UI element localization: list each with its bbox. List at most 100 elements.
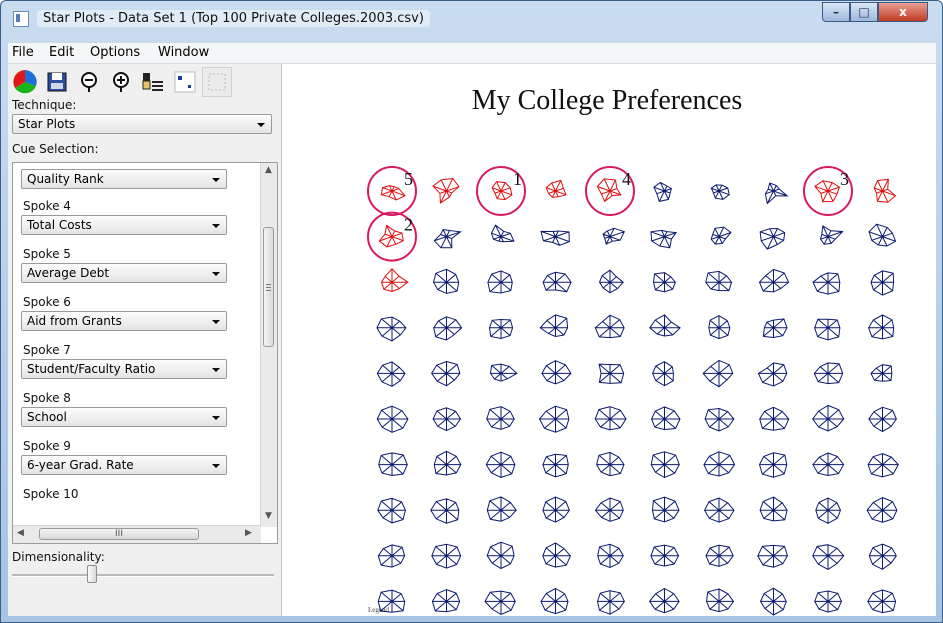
star-glyph[interactable] <box>376 361 406 387</box>
star-glyph[interactable] <box>710 184 730 200</box>
star-glyph[interactable] <box>759 227 786 250</box>
star-glyph[interactable] <box>866 497 898 523</box>
star-glyph[interactable] <box>378 452 408 477</box>
star-glyph[interactable] <box>764 182 789 205</box>
star-glyph[interactable] <box>705 544 734 567</box>
minimize-button[interactable]: – <box>822 2 850 22</box>
star-glyph[interactable] <box>488 318 514 340</box>
star-glyph[interactable] <box>814 318 841 341</box>
star-glyph[interactable] <box>598 363 625 384</box>
star-glyph[interactable] <box>867 453 899 478</box>
star-glyph[interactable] <box>602 227 626 245</box>
star-glyph[interactable] <box>812 272 841 295</box>
close-button[interactable]: x <box>878 2 928 22</box>
star-glyph[interactable] <box>596 451 625 477</box>
star-glyph[interactable] <box>652 272 676 293</box>
star-glyph[interactable] <box>757 362 788 387</box>
menu-options[interactable]: Options <box>90 45 140 60</box>
star-glyph[interactable] <box>812 452 845 477</box>
star-glyph[interactable] <box>432 268 460 294</box>
star-glyph[interactable] <box>649 314 681 337</box>
star-glyph[interactable] <box>490 224 515 243</box>
star-glyph[interactable] <box>594 406 627 431</box>
star-glyph[interactable] <box>597 543 624 569</box>
star-glyph[interactable] <box>757 544 789 568</box>
star-glyph[interactable] <box>376 316 407 342</box>
star-glyph[interactable] <box>380 185 406 201</box>
star-glyph[interactable] <box>653 181 672 202</box>
cue-select-quality-rank[interactable]: Quality Rank <box>21 169 227 189</box>
star-glyph[interactable] <box>542 453 569 478</box>
star-glyph[interactable] <box>812 404 845 432</box>
grid-button[interactable] <box>202 67 232 97</box>
technique-select[interactable]: Star Plots <box>12 114 272 134</box>
star-glyph[interactable] <box>431 543 462 569</box>
star-glyph[interactable] <box>651 496 680 523</box>
save-button[interactable] <box>42 67 72 97</box>
star-glyph[interactable] <box>598 269 624 294</box>
star-glyph[interactable] <box>868 406 897 433</box>
star-glyph[interactable] <box>703 451 736 477</box>
star-glyph[interactable] <box>758 268 790 293</box>
star-glyph[interactable] <box>762 318 788 339</box>
dimensionality-slider-thumb[interactable] <box>87 565 97 583</box>
cue-select-spoke-7[interactable]: Student/Faculty Ratio <box>21 359 227 379</box>
star-glyph[interactable] <box>868 223 897 247</box>
star-glyph[interactable] <box>815 497 842 524</box>
star-glyph[interactable] <box>650 406 681 431</box>
star-glyph[interactable] <box>648 587 680 614</box>
scroll-right-icon[interactable]: ▶ <box>245 528 252 538</box>
color-wheel-button[interactable] <box>10 67 40 97</box>
star-glyph[interactable] <box>377 497 406 524</box>
star-glyph[interactable] <box>758 452 788 478</box>
star-glyph[interactable] <box>812 544 845 570</box>
menu-window[interactable]: Window <box>158 45 209 60</box>
star-glyph[interactable] <box>868 543 897 570</box>
star-glyph[interactable] <box>705 588 735 613</box>
star-glyph[interactable] <box>484 590 516 616</box>
star-glyph[interactable] <box>430 360 461 387</box>
star-glyph[interactable] <box>814 590 843 613</box>
star-glyph[interactable] <box>431 589 461 613</box>
star-glyph[interactable] <box>539 314 569 338</box>
scatter-button[interactable] <box>170 67 200 97</box>
title-bar[interactable]: Star Plots - Data Set 1 (Top 100 Private… <box>1 1 942 37</box>
star-glyph[interactable] <box>489 363 518 382</box>
cue-select-spoke-5[interactable]: Average Debt <box>21 263 227 283</box>
star-glyph[interactable] <box>652 361 674 387</box>
cue-select-spoke-4[interactable]: Total Costs <box>21 215 227 235</box>
star-glyph[interactable] <box>433 228 462 249</box>
zoom-out-button[interactable] <box>74 67 104 97</box>
star-glyph[interactable] <box>485 451 516 478</box>
vertical-scroll-thumb[interactable] <box>263 227 274 347</box>
star-glyph[interactable] <box>710 226 732 245</box>
star-glyph[interactable] <box>430 498 460 524</box>
menu-file[interactable]: File <box>12 45 34 60</box>
star-glyph[interactable] <box>819 225 844 245</box>
scroll-left-icon[interactable]: ◀ <box>17 528 24 538</box>
star-glyph[interactable] <box>545 179 567 198</box>
star-glyph[interactable] <box>432 177 460 204</box>
star-glyph[interactable] <box>870 270 895 296</box>
vertical-scrollbar[interactable]: ▲ ▼ <box>260 163 277 527</box>
star-glyph[interactable] <box>870 364 893 382</box>
star-glyph[interactable] <box>759 587 787 616</box>
star-glyph[interactable] <box>542 496 570 523</box>
star-glyph[interactable] <box>542 271 572 293</box>
star-glyph[interactable] <box>594 497 624 522</box>
star-glyph[interactable] <box>491 181 513 201</box>
star-glyph[interactable] <box>486 496 517 522</box>
star-glyph[interactable] <box>540 230 570 246</box>
star-glyph[interactable] <box>704 497 735 523</box>
star-glyph[interactable] <box>867 589 897 614</box>
star-glyph[interactable] <box>705 270 733 292</box>
star-glyph[interactable] <box>376 405 409 433</box>
star-glyph[interactable] <box>596 178 622 203</box>
star-glyph[interactable] <box>432 407 462 432</box>
star-glyph[interactable] <box>433 450 462 476</box>
cue-select-spoke-9[interactable]: 6-year Grad. Rate <box>21 455 227 475</box>
cue-select-spoke-6[interactable]: Aid from Grants <box>21 311 227 331</box>
menu-edit[interactable]: Edit <box>49 45 74 60</box>
dimensionality-slider-track[interactable] <box>12 574 274 577</box>
zoom-in-button[interactable] <box>106 67 136 97</box>
